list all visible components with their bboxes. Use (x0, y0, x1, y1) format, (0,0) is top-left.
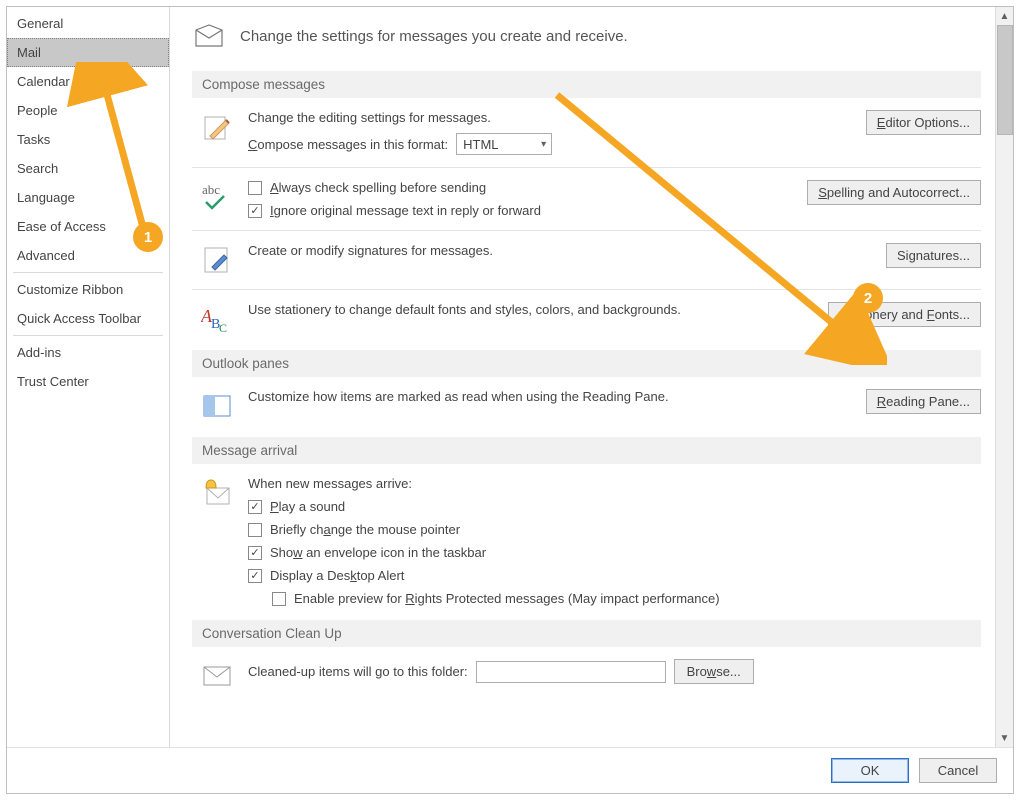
signature-icon (200, 243, 234, 277)
annotation-badge-1: 1 (133, 222, 163, 252)
compose-format-select[interactable]: HTML (456, 133, 552, 155)
compose-format-label: Compose messages in this format: (248, 137, 448, 152)
compose-editing-text: Change the editing settings for messages… (248, 110, 797, 125)
sidebar-item-language[interactable]: Language (7, 183, 169, 212)
bell-envelope-icon (200, 476, 234, 510)
signatures-text: Create or modify signatures for messages… (248, 243, 797, 258)
label-briefly-change: Briefly change the mouse pointer (270, 522, 460, 537)
stationery-icon: ABC (200, 302, 234, 336)
sidebar-item-calendar[interactable]: Calendar (7, 67, 169, 96)
editor-options-button[interactable]: Editor Options... (866, 110, 981, 135)
checkbox-enable-preview[interactable] (272, 592, 286, 606)
envelope-icon (192, 19, 226, 53)
cleanup-folder-input[interactable] (476, 661, 666, 683)
scroll-down-button[interactable]: ▼ (996, 729, 1013, 747)
section-arrival-title: Message arrival (192, 437, 981, 464)
section-cleanup-title: Conversation Clean Up (192, 620, 981, 647)
page-title: Change the settings for messages you cre… (240, 28, 628, 45)
sidebar-item-mail[interactable]: Mail (7, 38, 169, 67)
sidebar-item-qat[interactable]: Quick Access Toolbar (7, 304, 169, 333)
browse-button[interactable]: Browse... (674, 659, 754, 684)
sidebar-item-people[interactable]: People (7, 96, 169, 125)
compose-icon (200, 110, 234, 144)
svg-text:C: C (219, 321, 227, 334)
signatures-button[interactable]: Signatures... (886, 243, 981, 268)
annotation-badge-2: 2 (853, 283, 883, 313)
vertical-scrollbar[interactable]: ▲ ▼ (995, 7, 1013, 747)
sidebar-item-general[interactable]: General (7, 9, 169, 38)
sidebar-item-trust-center[interactable]: Trust Center (7, 367, 169, 396)
content-panel: Change the settings for messages you cre… (170, 7, 995, 747)
section-compose-title: Compose messages (192, 71, 981, 98)
sidebar-divider (13, 272, 163, 273)
sidebar-divider (13, 335, 163, 336)
sidebar-item-tasks[interactable]: Tasks (7, 125, 169, 154)
sidebar-item-customize-ribbon[interactable]: Customize Ribbon (7, 275, 169, 304)
dialog-buttons: OK Cancel (7, 747, 1013, 793)
checkbox-desktop-alert[interactable] (248, 569, 262, 583)
scroll-thumb[interactable] (997, 25, 1013, 135)
sidebar-item-addins[interactable]: Add-ins (7, 338, 169, 367)
spelling-autocorrect-button[interactable]: Spelling and Autocorrect... (807, 180, 981, 205)
arrival-intro: When new messages arrive: (248, 476, 797, 491)
label-enable-preview: Enable preview for Rights Protected mess… (294, 591, 720, 606)
checkbox-briefly-change[interactable] (248, 523, 262, 537)
reading-pane-text: Customize how items are marked as read w… (248, 389, 797, 404)
ok-button[interactable]: OK (831, 758, 909, 783)
category-sidebar: General Mail Calendar People Tasks Searc… (7, 7, 170, 747)
label-desktop-alert: Display a Desktop Alert (270, 568, 404, 583)
svg-text:abc: abc (202, 182, 220, 197)
options-dialog: General Mail Calendar People Tasks Searc… (6, 6, 1014, 794)
sidebar-item-search[interactable]: Search (7, 154, 169, 183)
section-panes-title: Outlook panes (192, 350, 981, 377)
label-play-sound: Play a sound (270, 499, 345, 514)
label-always-spell: Always check spelling before sending (270, 180, 486, 195)
abc-check-icon: abc (200, 180, 234, 214)
scroll-up-button[interactable]: ▲ (996, 7, 1013, 25)
label-envelope: Show an envelope icon in the taskbar (270, 545, 486, 560)
cleanup-envelope-icon (200, 659, 234, 693)
checkbox-envelope[interactable] (248, 546, 262, 560)
stationery-fonts-button[interactable]: Stationery and Fonts... (828, 302, 981, 327)
cancel-button[interactable]: Cancel (919, 758, 997, 783)
cleanup-text: Cleaned-up items will go to this folder: (248, 664, 468, 679)
reading-pane-icon (200, 389, 234, 423)
checkbox-play-sound[interactable] (248, 500, 262, 514)
stationery-text: Use stationery to change default fonts a… (248, 302, 797, 317)
checkbox-always-spell[interactable] (248, 181, 262, 195)
reading-pane-button[interactable]: Reading Pane... (866, 389, 981, 414)
checkbox-ignore-original[interactable] (248, 204, 262, 218)
label-ignore-original: Ignore original message text in reply or… (270, 203, 541, 218)
